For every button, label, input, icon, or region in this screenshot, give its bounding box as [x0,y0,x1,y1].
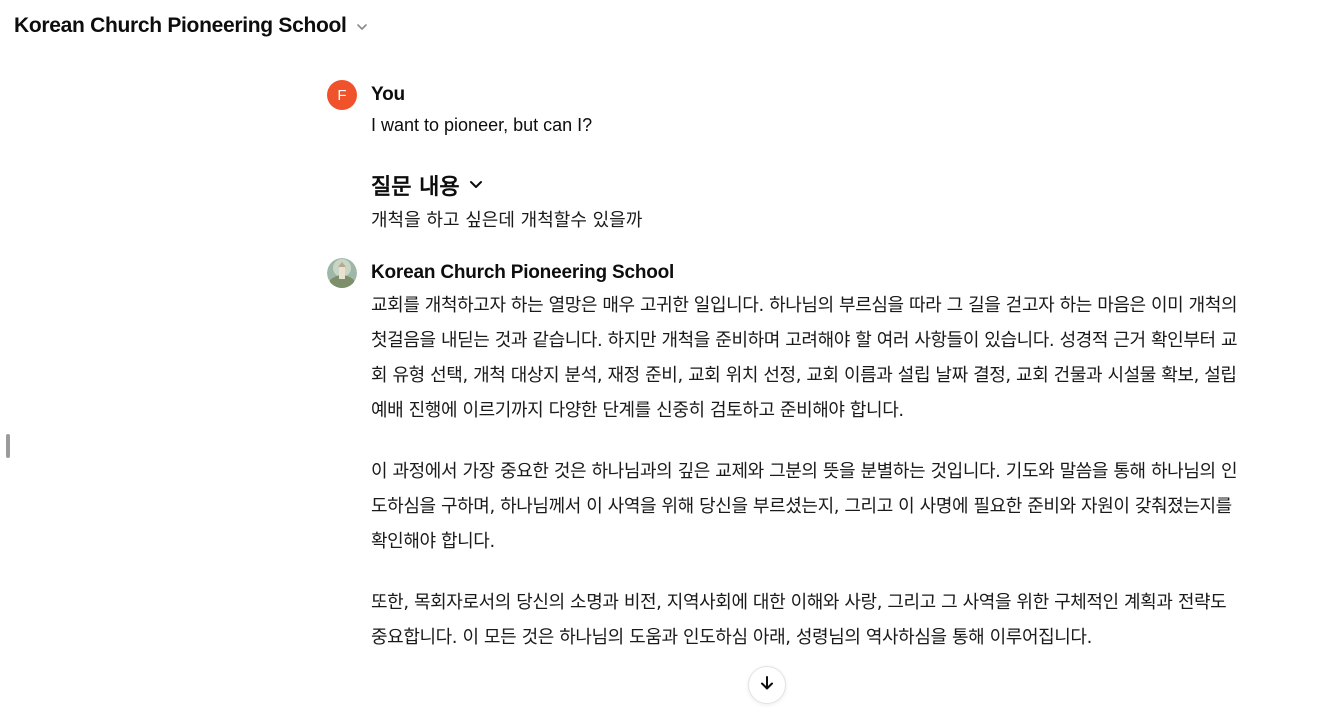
question-toggle[interactable]: 질문 내용 [371,168,1247,202]
user-message: F You I want to pioneer, but can I? [327,80,1247,138]
response-paragraph: 이 과정에서 가장 중요한 것은 하나님과의 깊은 교제와 그분의 뜻을 분별하… [371,461,1238,552]
question-text: 개척을 하고 싶은데 개척할수 있을까 [371,210,643,231]
assistant-sender-name: Korean Church Pioneering School [371,262,675,283]
question-section: 질문 내용 개척을 하고 싶은데 개척할수 있을까 [371,168,1247,234]
scroll-to-bottom-button[interactable] [748,666,786,704]
user-sender-name: You [371,84,405,105]
arrow-down-icon [758,674,776,696]
gpt-avatar-image [327,258,357,288]
response-paragraph: 교회를 개척하고자 하는 열망은 매우 고귀한 일입니다. 하나님의 부르심을 … [371,295,1238,421]
user-message-text: I want to pioneer, but can I? [371,115,593,135]
assistant-message: Korean Church Pioneering School 교회를 개척하고… [327,258,1247,655]
conversation-thread: F You I want to pioneer, but can I? 질문 내… [327,80,1247,681]
sidebar-toggle-handle[interactable] [6,434,10,458]
response-paragraph: 또한, 목회자로서의 당신의 소명과 비전, 지역사회에 대한 이해와 사랑, … [371,592,1227,648]
chevron-down-icon [468,173,484,198]
chat-title-dropdown[interactable]: Korean Church Pioneering School [14,12,369,40]
chevron-down-icon [355,19,369,33]
user-avatar: F [327,80,357,110]
app-title: Korean Church Pioneering School [14,14,347,37]
question-title: 질문 내용 [371,175,460,200]
